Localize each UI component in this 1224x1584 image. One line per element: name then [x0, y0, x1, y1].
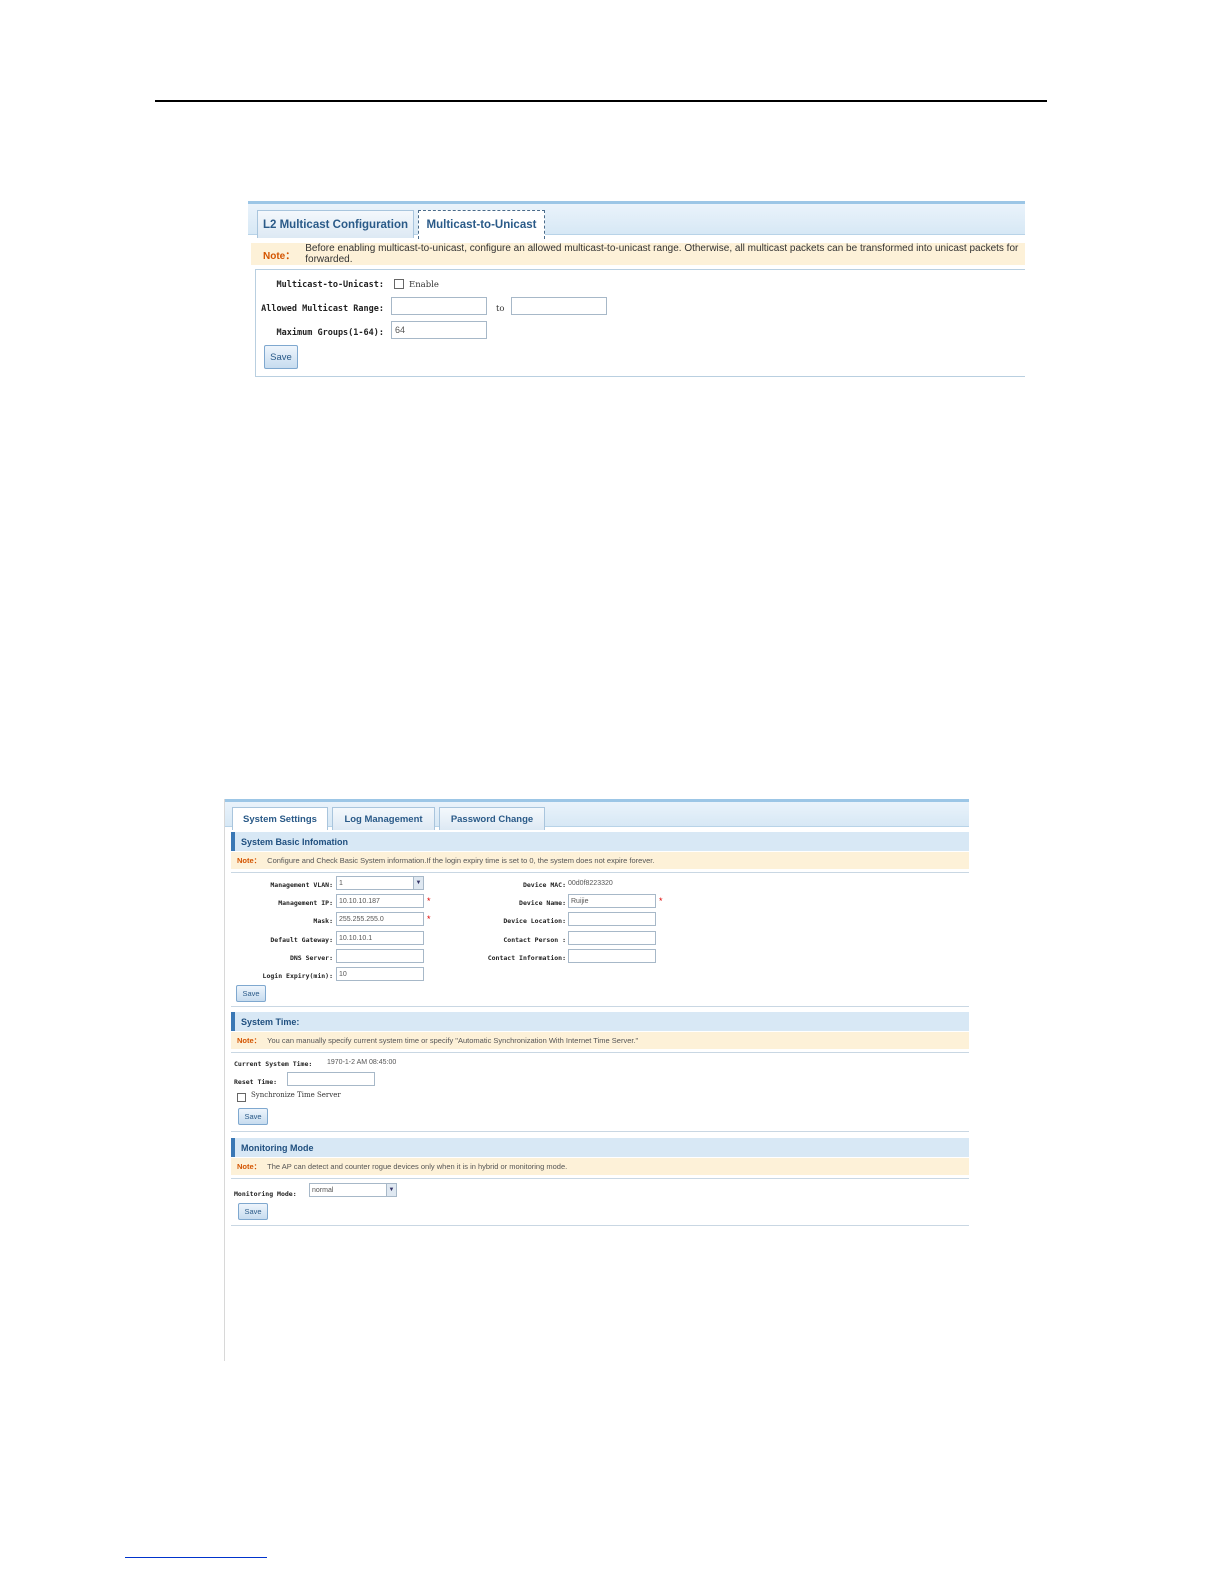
- contact-info-label: Contact Information:: [487, 954, 566, 962]
- reset-time-label: Reset Time:: [234, 1078, 278, 1086]
- sync-time-label: Synchronize Time Server: [251, 1091, 341, 1099]
- note-label: Note：: [237, 1162, 262, 1171]
- note-bar-monitor: Note： The AP can detect and counter rogu…: [231, 1158, 969, 1175]
- note-label: Note：: [237, 1036, 262, 1045]
- note-bar-time: Note： You can manually specify current s…: [231, 1032, 969, 1049]
- monitoring-mode-value: normal: [312, 1186, 334, 1194]
- save-button[interactable]: Save: [236, 985, 266, 1002]
- basic-info-panel: Management VLAN: 1 ▼ Management IP: 10.1…: [231, 872, 969, 1007]
- section-header-basic: System Basic Infomation: [231, 832, 969, 851]
- location-label: Device Location:: [503, 917, 566, 925]
- expiry-input[interactable]: 10: [336, 967, 424, 981]
- note-label: Note：: [263, 250, 296, 262]
- monitoring-mode-label: Monitoring Mode:: [234, 1190, 297, 1198]
- range-label: Allowed Multicast Range:: [261, 304, 384, 314]
- save-button[interactable]: Save: [238, 1108, 268, 1125]
- tab-system-settings[interactable]: System Settings: [232, 807, 328, 830]
- mgmt-ip-input[interactable]: 10.10.10.187: [336, 894, 424, 908]
- monitoring-panel: Monitoring Mode: normal ▼ Save: [231, 1178, 969, 1226]
- gateway-label: Default Gateway:: [270, 936, 333, 944]
- tab-log-management[interactable]: Log Management: [332, 807, 435, 830]
- m2u-label: Multicast-to-Unicast:: [276, 280, 384, 290]
- dns-input[interactable]: [336, 949, 424, 963]
- mask-input[interactable]: 255.255.255.0: [336, 912, 424, 926]
- tab-bar: L2 Multicast Configuration Multicast-to-…: [248, 201, 1025, 239]
- mac-value: 00d0f8223320: [568, 880, 613, 887]
- mgmt-vlan-select[interactable]: 1 ▼: [336, 876, 424, 890]
- device-name-input[interactable]: Ruijie: [568, 894, 656, 908]
- header-rule: [155, 100, 1047, 102]
- chevron-down-icon: ▼: [413, 877, 423, 889]
- mgmt-vlan-label: Management VLAN:: [270, 881, 333, 889]
- settings-panel: Multicast-to-Unicast: Enable Allowed Mul…: [255, 269, 1025, 377]
- tab-l2-multicast[interactable]: L2 Multicast Configuration: [257, 210, 414, 238]
- note-label: Note：: [237, 856, 262, 865]
- system-time-panel: Current System Time: 1970-1-2 AM 08:45:0…: [231, 1052, 969, 1132]
- note-text: You can manually specify current system …: [267, 1036, 639, 1045]
- mac-label: Device MAC:: [522, 881, 566, 889]
- contact-info-input[interactable]: [568, 949, 656, 963]
- range-to-input[interactable]: [511, 297, 607, 315]
- enable-label: Enable: [409, 280, 439, 290]
- note-bar: Note： Before enabling multicast-to-unica…: [251, 243, 1025, 265]
- to-label: to: [496, 304, 505, 314]
- note-text: Before enabling multicast-to-unicast, co…: [305, 243, 1019, 265]
- save-button[interactable]: Save: [264, 345, 298, 369]
- gateway-input[interactable]: 10.10.10.1: [336, 931, 424, 945]
- enable-checkbox[interactable]: [394, 279, 404, 289]
- tab-bar: System Settings Log Management Password …: [225, 799, 969, 830]
- sync-time-checkbox[interactable]: [237, 1093, 246, 1102]
- tab-multicast-to-unicast[interactable]: Multicast-to-Unicast: [418, 210, 545, 239]
- location-input[interactable]: [568, 912, 656, 926]
- contact-person-label: Contact Person :: [503, 936, 566, 944]
- footer-link-underline: [125, 1557, 267, 1558]
- section-header-time: System Time:: [231, 1012, 969, 1031]
- required-marker: *: [659, 896, 663, 906]
- required-marker: *: [427, 914, 431, 924]
- mask-label: Mask:: [313, 917, 333, 925]
- save-button[interactable]: Save: [238, 1203, 268, 1220]
- system-settings-screenshot: System Settings Log Management Password …: [224, 799, 969, 1361]
- mgmt-vlan-value: 1: [339, 879, 343, 887]
- max-groups-label: Maximum Groups(1-64):: [276, 328, 384, 338]
- current-time-label: Current System Time:: [234, 1060, 313, 1068]
- max-groups-input[interactable]: 64: [391, 321, 487, 339]
- expiry-label: Login Expiry(min):: [262, 972, 333, 980]
- mgmt-ip-label: Management IP:: [278, 899, 333, 907]
- chevron-down-icon: ▼: [386, 1184, 396, 1196]
- range-from-input[interactable]: [391, 297, 487, 315]
- section-header-monitor: Monitoring Mode: [231, 1138, 969, 1157]
- reset-time-input[interactable]: [287, 1072, 375, 1086]
- multicast-screenshot: L2 Multicast Configuration Multicast-to-…: [248, 201, 1025, 383]
- required-marker: *: [427, 896, 431, 906]
- note-bar-basic: Note： Configure and Check Basic System i…: [231, 852, 969, 869]
- monitoring-mode-select[interactable]: normal ▼: [309, 1183, 397, 1197]
- contact-person-input[interactable]: [568, 931, 656, 945]
- note-text: Configure and Check Basic System informa…: [267, 856, 655, 865]
- device-name-label: Device Name:: [519, 899, 566, 907]
- current-time-value: 1970-1-2 AM 08:45:00: [327, 1059, 397, 1066]
- dns-label: DNS Server:: [289, 954, 333, 962]
- note-text: The AP can detect and counter rogue devi…: [267, 1162, 568, 1171]
- tab-password-change[interactable]: Password Change: [439, 807, 545, 830]
